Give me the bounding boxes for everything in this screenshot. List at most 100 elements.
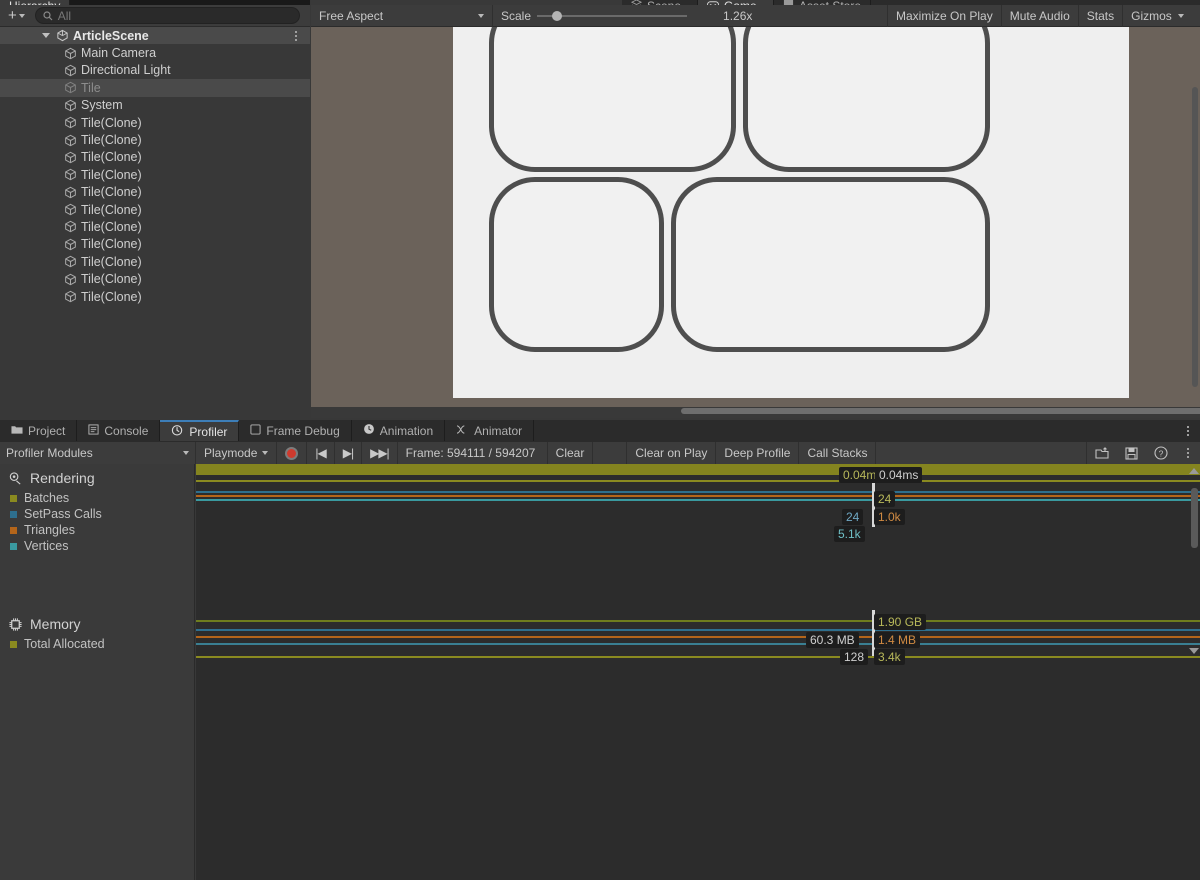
legend-label: Total Allocated <box>24 637 105 651</box>
gizmos-dropdown[interactable]: Gizmos <box>1123 5 1192 27</box>
load-profile-button[interactable] <box>1086 442 1117 464</box>
load-icon <box>1095 446 1109 459</box>
hierarchy-scene-row[interactable]: ArticleScene <box>0 27 310 45</box>
gameobject-cube-icon <box>65 186 76 198</box>
tab-label: Animation <box>379 423 434 438</box>
game-tile <box>743 27 990 172</box>
clear-button[interactable]: Clear <box>548 442 594 464</box>
hierarchy-item-row[interactable]: System <box>0 97 310 114</box>
hierarchy-item-row[interactable]: Tile(Clone) <box>0 288 310 305</box>
next-frame-button[interactable]: ▶| <box>335 442 363 464</box>
hierarchy-item-row[interactable]: Tile <box>0 79 310 97</box>
legend-item[interactable]: Triangles <box>0 522 194 538</box>
chart-value-tooltip: 24 <box>874 491 896 507</box>
hierarchy-item-row[interactable]: Tile(Clone) <box>0 149 310 166</box>
mute-audio-toggle[interactable]: Mute Audio <box>1002 4 1079 27</box>
hierarchy-item-row[interactable]: Directional Light <box>0 62 310 79</box>
chart-series-line <box>196 636 1200 638</box>
scale-slider-knob[interactable] <box>552 10 563 21</box>
gameview-vertical-scrollbar[interactable] <box>1192 87 1198 387</box>
hierarchy-item-row[interactable]: Tile(Clone) <box>0 166 310 183</box>
scale-slider[interactable] <box>537 10 688 21</box>
gameobject-cube-icon <box>65 290 76 303</box>
gameobject-cube-icon <box>65 221 76 233</box>
profiler-tabstrip-menu[interactable] <box>534 420 1200 442</box>
tab-console[interactable]: Console <box>77 420 161 441</box>
chart-series-line <box>196 656 1200 658</box>
hierarchy-item-row[interactable]: Tile(Clone) <box>0 131 310 148</box>
search-icon <box>43 10 53 20</box>
tab-label: Frame Debug <box>266 423 340 438</box>
hierarchy-item-label: Tile(Clone) <box>81 167 142 182</box>
profiler-module-rendering[interactable]: Rendering Batches SetPass Calls Triangles Ve… <box>0 464 195 610</box>
tab-frame-debug[interactable]: Frame Debug <box>239 420 352 441</box>
hierarchy-item-row[interactable]: Tile(Clone) <box>0 270 310 287</box>
plus-icon: + <box>8 7 17 24</box>
profiler-chart-rendering[interactable]: 0.04ms 0.04ms 24 24 1.0k 5.1k <box>196 464 1200 610</box>
scale-control[interactable]: Scale 1.26x <box>493 4 888 27</box>
game-view-panel: SceneGameAsset Store Free Aspect Scale 1… <box>311 0 1200 418</box>
game-render-area[interactable] <box>311 27 1200 407</box>
first-frame-button[interactable]: |◀ <box>307 442 335 464</box>
deep-profile-toggle[interactable]: Deep Profile <box>716 442 800 464</box>
tab-label: Console <box>104 423 149 438</box>
save-icon <box>1125 446 1138 460</box>
hierarchy-item-label: Main Camera <box>81 46 157 61</box>
hierarchy-item-row[interactable]: Main Camera <box>0 44 310 61</box>
tab-animator[interactable]: Animator <box>445 420 535 441</box>
toolbar-gap <box>593 442 628 464</box>
module-title: Rendering <box>30 470 95 486</box>
legend-item[interactable]: Total Allocated <box>0 636 194 652</box>
legend-item[interactable]: SetPass Calls <box>0 506 194 522</box>
kebab-menu-icon[interactable] <box>290 30 302 41</box>
hierarchy-item-row[interactable]: Tile(Clone) <box>0 253 310 270</box>
legend-swatch <box>10 526 17 534</box>
save-profile-button[interactable] <box>1117 442 1146 464</box>
chart-vertical-scrollbar[interactable] <box>1191 488 1198 548</box>
tab-animation[interactable]: Animation <box>351 420 446 441</box>
chevron-down-icon <box>478 13 484 18</box>
profiler-modules-dropdown[interactable]: Profiler Modules <box>0 442 196 464</box>
hierarchy-item-row[interactable]: Tile(Clone) <box>0 218 310 235</box>
gameview-horizontal-scrollbar[interactable] <box>681 408 1200 414</box>
record-button[interactable] <box>277 442 308 464</box>
hierarchy-item-row[interactable]: Tile(Clone) <box>0 184 310 201</box>
module-title: Memory <box>30 616 81 632</box>
tab-project[interactable]: Project <box>0 420 78 441</box>
legend-item[interactable]: Vertices <box>0 538 194 554</box>
legend-swatch <box>10 542 17 550</box>
call-stacks-toggle[interactable]: Call Stacks <box>799 442 877 464</box>
legend-item[interactable]: Batches <box>0 490 194 506</box>
last-frame-button[interactable]: ▶▶| <box>362 442 398 464</box>
chevron-down-icon <box>1177 13 1184 18</box>
tab-label: Project <box>28 423 66 438</box>
profiler-icon <box>171 424 184 440</box>
help-button[interactable]: ? <box>1146 442 1176 464</box>
profiler-overflow-menu[interactable] <box>1176 442 1200 464</box>
chart-scroll-down-icon[interactable] <box>1189 648 1199 654</box>
clear-on-play-toggle[interactable]: Clear on Play <box>627 442 717 464</box>
add-gameobject-button[interactable]: + <box>4 7 29 25</box>
profiler-module-memory[interactable]: Memory Total Allocated <box>0 610 195 680</box>
chart-value-tooltip: 60.3 MB <box>806 632 859 648</box>
search-input[interactable]: All <box>34 7 300 24</box>
hierarchy-item-row[interactable]: Tile(Clone) <box>0 236 310 253</box>
maximize-on-play-toggle[interactable]: Maximize On Play <box>888 4 1002 27</box>
gameobject-cube-icon <box>65 169 76 181</box>
hierarchy-item-row[interactable]: Tile(Clone) <box>0 114 310 131</box>
rendering-icon <box>9 471 21 485</box>
stats-toggle[interactable]: Stats <box>1079 4 1124 27</box>
expand-arrow-icon[interactable] <box>42 33 50 39</box>
hierarchy-item-row[interactable]: Tile(Clone) <box>0 201 310 218</box>
chart-scroll-up-icon[interactable] <box>1189 468 1199 474</box>
scale-value: 1.26x <box>723 8 753 23</box>
profiler-chart-memory[interactable]: 1.90 GB 60.3 MB 1.4 MB 128 3.4k <box>196 610 1200 680</box>
hierarchy-item-label: Tile(Clone) <box>81 150 142 165</box>
tab-profiler[interactable]: Profiler <box>160 420 240 441</box>
gameobject-cube-icon <box>65 273 76 285</box>
aspect-dropdown[interactable]: Free Aspect <box>311 4 493 27</box>
hierarchy-tree[interactable]: ArticleScene Main Camera Directional Light… <box>0 27 310 418</box>
chart-value-tooltip: 24 <box>842 509 864 525</box>
playmode-dropdown[interactable]: Playmode <box>196 442 278 464</box>
tab-label: Profiler <box>189 424 228 439</box>
